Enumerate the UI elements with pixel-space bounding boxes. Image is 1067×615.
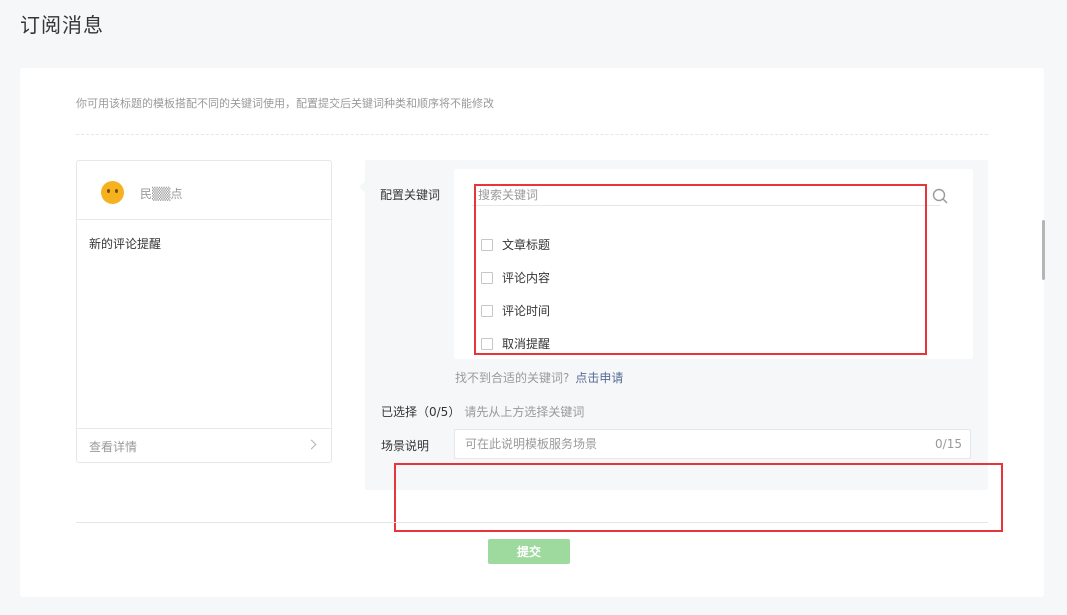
scene-description-input[interactable]: [455, 430, 915, 458]
apply-keyword-link[interactable]: 点击申请: [575, 371, 623, 385]
keyword-list: 文章标题 评论内容 评论时间 取消提醒: [481, 228, 550, 360]
scene-char-counter: 0/15: [935, 437, 962, 451]
checkbox[interactable]: [481, 304, 493, 317]
preview-message-title: 新的评论提醒: [89, 237, 162, 251]
selected-keywords-row: 已选择（0/5） 请先从上方选择关键词: [381, 403, 584, 420]
view-detail-row[interactable]: 查看详情: [77, 428, 331, 462]
keyword-option[interactable]: 评论内容: [481, 261, 550, 294]
account-avatar: [101, 181, 124, 204]
keyword-option[interactable]: 取消提醒: [481, 327, 550, 360]
keyword-picker: 文章标题 评论内容 评论时间 取消提醒: [454, 169, 1045, 360]
message-preview: 民▒▒点 新的评论提醒 查看详情: [76, 160, 332, 463]
not-found-text: 找不到合适的关键词?: [455, 371, 570, 385]
checkbox[interactable]: [481, 238, 493, 251]
keyword-label: 取消提醒: [502, 337, 551, 351]
selected-count: 已选择（0/5）: [381, 405, 461, 419]
keyword-config-panel: 配置关键词 文章标题 评论内容 评论时间: [365, 160, 1045, 532]
config-tip: 你可用该标题的模板搭配不同的关键词使用，配置提交后关键词种类和顺序将不能修改: [76, 97, 494, 110]
keyword-option[interactable]: 文章标题: [481, 228, 550, 261]
template-config-card: 你可用该标题的模板搭配不同的关键词使用，配置提交后关键词种类和顺序将不能修改 民…: [20, 68, 1045, 597]
checkbox[interactable]: [481, 337, 493, 350]
submit-button[interactable]: 提交: [488, 539, 570, 564]
not-found-row: 找不到合适的关键词? 点击申请: [455, 369, 623, 386]
keyword-list-scrollbar[interactable]: [1042, 220, 1045, 280]
keyword-search-input[interactable]: [472, 184, 940, 206]
checkbox[interactable]: [481, 271, 493, 284]
selected-hint: 请先从上方选择关键词: [464, 405, 585, 419]
scene-label: 场景说明: [381, 439, 430, 453]
account-name: 民▒▒点: [140, 187, 183, 201]
scene-description-field: 0/15: [454, 429, 971, 459]
keywords-label: 配置关键词: [380, 188, 441, 202]
chevron-right-icon: [306, 439, 317, 450]
footer-divider: [76, 522, 988, 523]
keyword-label: 评论时间: [502, 304, 551, 318]
search-icon[interactable]: [932, 188, 948, 204]
keyword-option[interactable]: 评论时间: [481, 294, 550, 327]
view-detail-label: 查看详情: [89, 440, 138, 454]
dashed-divider: [76, 134, 988, 135]
keyword-label: 文章标题: [502, 238, 551, 252]
page-title: 订阅消息: [20, 13, 104, 37]
keyword-label: 评论内容: [502, 271, 551, 285]
preview-header: 民▒▒点: [77, 161, 331, 220]
